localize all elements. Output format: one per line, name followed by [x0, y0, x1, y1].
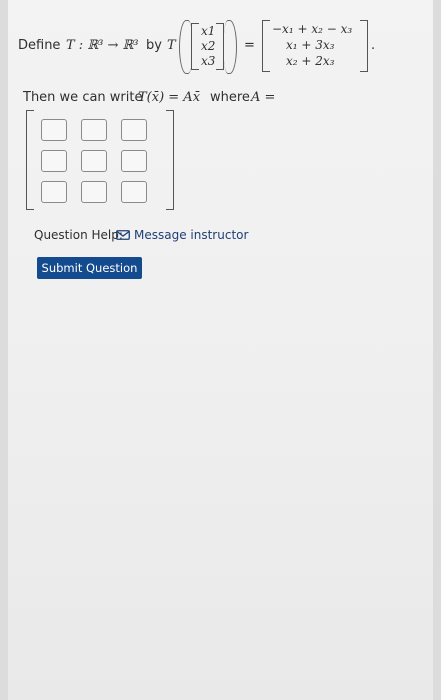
output-row-3: x₂ + 2x₃ — [286, 54, 335, 68]
input-x1: x1 — [201, 24, 216, 38]
message-instructor-link[interactable]: Message instructor — [116, 228, 248, 242]
define-label: Define — [18, 38, 61, 53]
map-symbol: T : ℝ³ → ℝ³ — [66, 38, 139, 53]
matrix-bracket-left — [26, 110, 34, 210]
matrix-input-r2c1[interactable] — [41, 150, 67, 172]
where-label: where — [210, 90, 250, 105]
t-symbol: T — [167, 38, 176, 53]
input-bracket-right — [216, 23, 224, 70]
question-page: Define T : ℝ³ → ℝ³ by T x1 x2 x3 = −x₁ +… — [8, 0, 433, 700]
definition-line: Define T : ℝ³ → ℝ³ by T x1 x2 x3 = −x₁ +… — [18, 20, 433, 75]
matrix-bracket-right — [166, 110, 174, 210]
matrix-input-r3c3[interactable] — [121, 181, 147, 203]
matrix-input-r1c1[interactable] — [41, 119, 67, 141]
matrix-input-r2c3[interactable] — [121, 150, 147, 172]
matrix-input-r1c3[interactable] — [121, 119, 147, 141]
matrix-input-r3c2[interactable] — [81, 181, 107, 203]
period: . — [371, 38, 376, 53]
matrix-input-r3c1[interactable] — [41, 181, 67, 203]
then-label: Then we can write — [23, 90, 143, 105]
input-x3: x3 — [201, 54, 216, 68]
question-help-label: Question Help: — [34, 228, 123, 242]
output-bracket-left — [262, 20, 270, 72]
matrix-input-r2c2[interactable] — [81, 150, 107, 172]
submit-question-button[interactable]: Submit Question — [37, 257, 142, 279]
by-label: by — [146, 38, 162, 53]
output-bracket-right — [360, 20, 368, 72]
message-instructor-label: Message instructor — [134, 228, 249, 242]
equals-sign: = — [244, 38, 255, 53]
output-row-1: −x₁ + x₂ − x₃ — [272, 22, 353, 36]
input-bracket-left — [191, 23, 199, 70]
a-equals: A = — [251, 90, 276, 105]
formula: T(x̄) = Ax̄ — [138, 90, 201, 105]
matrix-input-r1c2[interactable] — [81, 119, 107, 141]
right-paren — [224, 20, 237, 74]
input-x2: x2 — [201, 39, 216, 53]
output-row-2: x₁ + 3x₃ — [286, 38, 335, 52]
matrix-answer — [26, 110, 176, 210]
envelope-icon — [116, 230, 130, 240]
